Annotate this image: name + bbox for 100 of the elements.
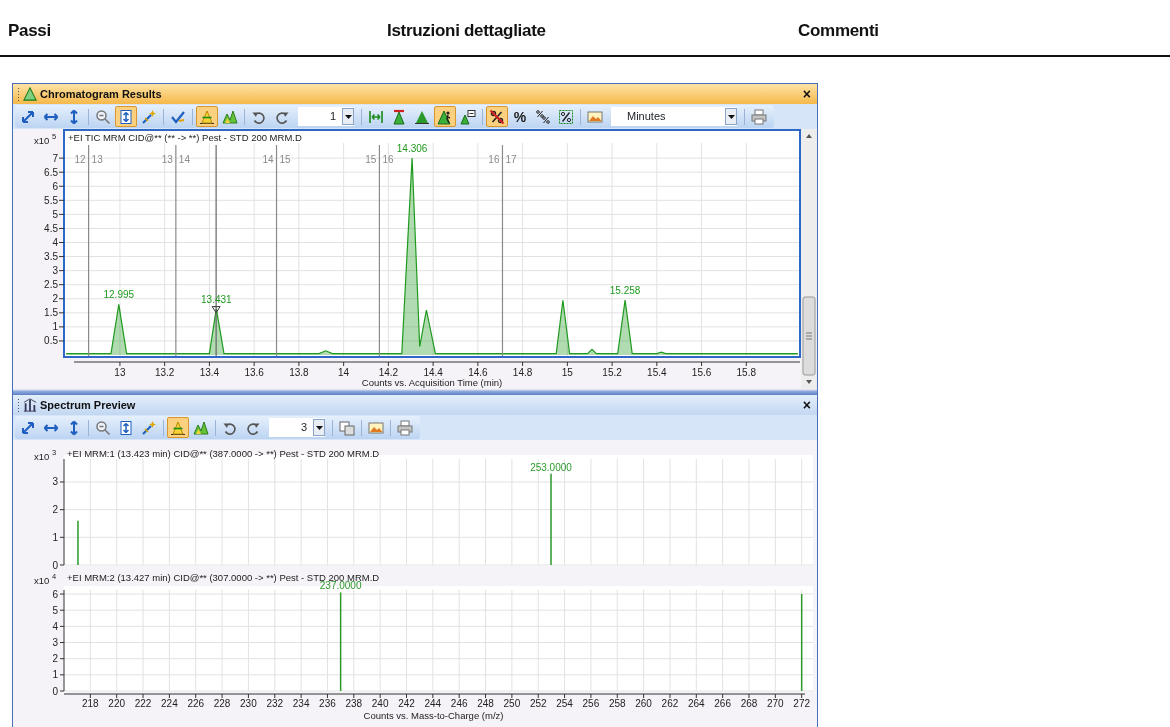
toolbar-button[interactable]	[115, 106, 137, 127]
percent-button[interactable]: %	[509, 106, 531, 127]
fit-height-icon	[118, 419, 134, 436]
percent-off-icon	[489, 108, 505, 125]
column-heading: Passi	[8, 20, 52, 42]
axis-tick-label: 268	[740, 698, 758, 709]
chart-label: 13.431	[201, 293, 232, 305]
axis-tick-label: 252	[529, 698, 547, 709]
pane-title: Chromatogram Results	[40, 86, 162, 102]
segment-label: 13	[91, 154, 103, 165]
grip-handle[interactable]	[17, 87, 20, 101]
fit-height-icon	[118, 108, 134, 125]
close-button[interactable]: ×	[800, 87, 813, 101]
peak-figure-icon	[437, 108, 453, 125]
spin-field[interactable]: 3	[269, 418, 325, 437]
segment-label: 16	[488, 154, 500, 165]
segment-label: 15	[279, 154, 291, 165]
toolbar-button[interactable]	[434, 106, 456, 127]
axis-tick-label: 254	[556, 698, 573, 709]
axis-tick-label: 4	[52, 620, 58, 632]
axis-tick-label: 1	[52, 531, 58, 543]
axis-tick-label: 0	[52, 685, 58, 697]
dropdown-arrow-button[interactable]	[725, 108, 737, 125]
axis-tick-label: 2.5	[44, 279, 58, 291]
mountains-icon	[222, 108, 238, 125]
zoom-out-icon	[95, 108, 111, 125]
diagonal-arrows-icon	[20, 108, 36, 125]
chart-label: 14.306	[396, 143, 428, 155]
vertical-scrollbar[interactable]	[801, 129, 817, 389]
axis-tick-label: 224	[161, 698, 178, 709]
axis-tick-label: 13.6	[244, 367, 264, 378]
axis-tick-label: 256	[582, 698, 600, 709]
axis-tick-label: 242	[398, 698, 415, 709]
axis-tick-label: 264	[687, 698, 705, 709]
axis-tick-label: 244	[424, 698, 442, 709]
axis-tick-label: 3	[52, 637, 58, 648]
horizontal-fit-icon	[368, 108, 384, 125]
zoom-out-icon	[95, 419, 111, 436]
trace-title: +EI MRM:1 (13.423 min) CID@** (387.0000 -> **) Pest - STD 200 MRM.D	[67, 448, 380, 459]
printer-icon	[751, 108, 767, 125]
axis-tick-label: 13.4	[199, 367, 220, 378]
axis-tick-label: 0.5	[44, 335, 58, 347]
peak-icon	[170, 419, 186, 436]
cursor-marker[interactable]	[211, 306, 221, 314]
wand-icon	[141, 419, 157, 436]
axis-tick-label: 7	[52, 152, 58, 164]
axis-title: Counts vs. Acquisition Time (min)	[361, 377, 503, 388]
axis-tick-label: 13.2	[154, 367, 175, 378]
copy-icon	[339, 419, 355, 436]
axis-tick-label: 240	[371, 698, 389, 709]
axis-title: Counts vs. Mass-to-Charge (m/z)	[363, 710, 504, 721]
axis-tick-label: 234	[292, 698, 310, 709]
axis-tick-label: 14	[338, 367, 350, 378]
axis-tick-label: 260	[635, 698, 652, 709]
grip-handle[interactable]	[17, 398, 20, 412]
dropdown-arrow-button[interactable]	[342, 108, 354, 125]
segment-label: 13	[161, 154, 173, 165]
axis-tick-label: 248	[477, 698, 494, 709]
diagonal-arrows-icon	[20, 419, 36, 436]
dropdown-arrow-button[interactable]	[313, 419, 325, 436]
axis-tick-label: 236	[319, 698, 336, 709]
trace-title: +EI TIC MRM CID@** (** -> **) Pest - STD 200 MRM.D	[68, 132, 302, 143]
axis-tick-label: 272	[793, 698, 811, 709]
axis-tick-label: 13	[114, 367, 126, 378]
axis-tick-label: 3	[52, 476, 58, 488]
segment-label: 17	[505, 154, 517, 165]
toolbar-button[interactable]	[486, 106, 508, 127]
axis-tick-label: 228	[213, 698, 231, 709]
axis-tick-label: 5.5	[44, 194, 58, 206]
stick-chart-icon	[23, 398, 37, 412]
axis-tick-label: 15	[561, 367, 573, 378]
axis-tick-label: 4	[52, 237, 58, 248]
axis-tick-label: 220	[108, 698, 126, 709]
axis-tick-label: 6	[52, 588, 58, 600]
percent-grid-icon	[558, 108, 574, 125]
axis-tick-label: 14.4	[423, 367, 443, 378]
axis-tick-label: 1	[52, 669, 58, 681]
axis-unit-label: x10	[34, 575, 50, 586]
axis-tick-label: 5	[52, 604, 58, 616]
axis-tick-label: 14.6	[468, 367, 488, 378]
axis-tick-label: 6.5	[44, 166, 58, 178]
axis-tick-label: 262	[661, 698, 679, 709]
axis-unit-label: x10	[34, 451, 50, 462]
axis-unit-label: x10	[34, 135, 50, 146]
wand-icon	[141, 108, 157, 125]
column-heading: Commenti	[798, 20, 880, 42]
axis-tick-label: 218	[82, 698, 99, 709]
segment-label: 12	[74, 154, 86, 165]
peak-icon	[199, 108, 215, 125]
close-button[interactable]: ×	[800, 398, 813, 412]
pane-title: Spectrum Preview	[40, 397, 136, 413]
axis-tick-label: 14.2	[378, 367, 399, 378]
axis-tick-label: 13.8	[289, 367, 309, 378]
axis-tick-label: 238	[345, 698, 363, 709]
printer-icon	[397, 419, 413, 436]
unit-dropdown[interactable]: Minutes	[611, 107, 737, 126]
chart-label: 12.995	[103, 289, 135, 301]
axis-tick-label: 0	[52, 559, 58, 570]
spin-field[interactable]: 1	[298, 107, 354, 126]
axis-tick-label: 6	[52, 180, 58, 192]
